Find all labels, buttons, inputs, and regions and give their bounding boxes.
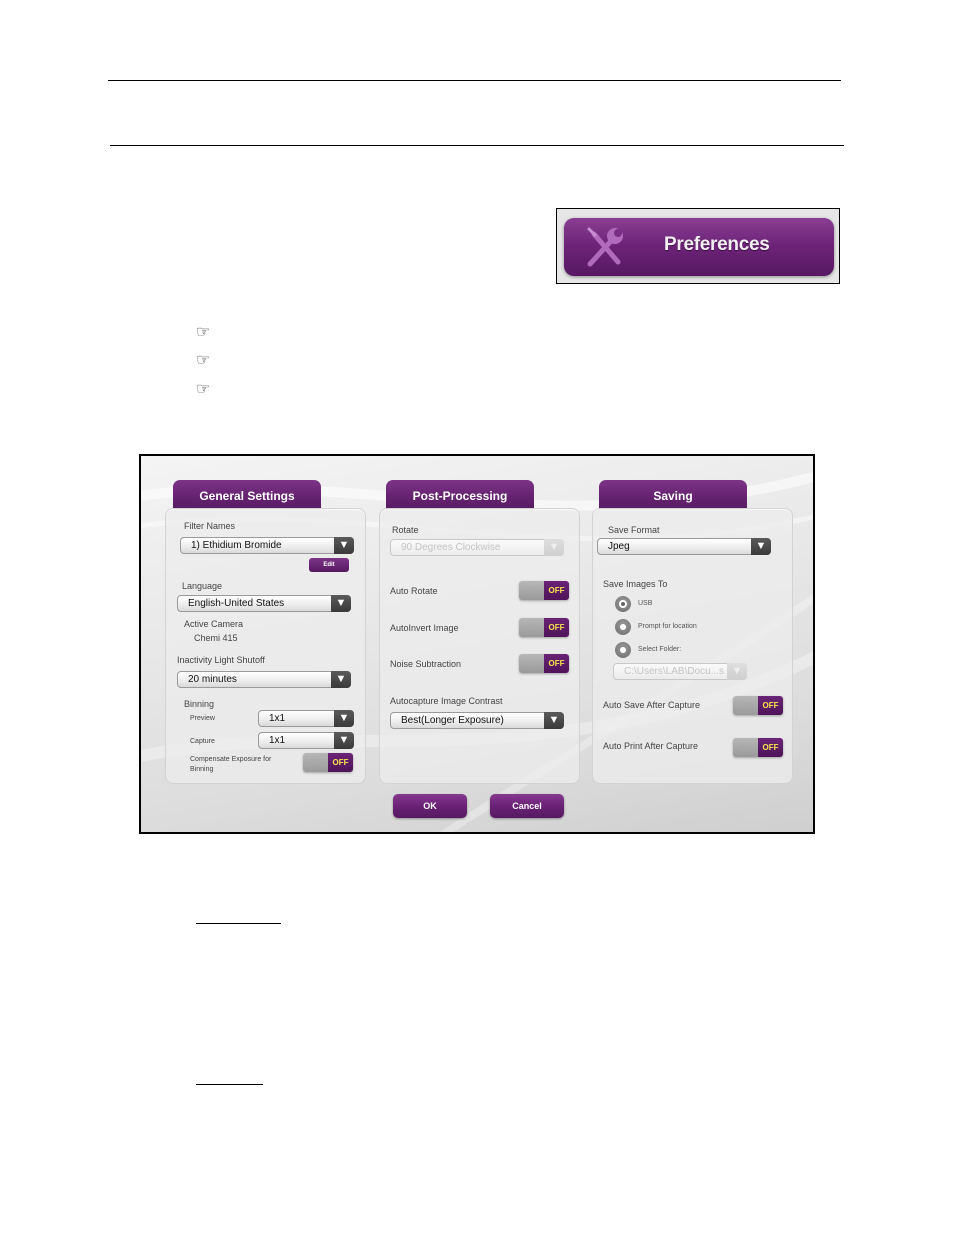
toggle-off: OFF <box>328 753 353 772</box>
toggle-off: OFF <box>544 654 569 673</box>
radio-usb-label: USB <box>638 600 653 607</box>
chevron-down-icon: ▼ <box>727 663 747 680</box>
section-rule <box>110 145 844 146</box>
save-images-to-label: Save Images To <box>603 579 668 589</box>
pointing-hand-icon: ☞ <box>196 352 211 369</box>
save-format-label: Save Format <box>608 525 660 535</box>
chevron-down-icon: ▼ <box>334 710 354 727</box>
toggle-on: ON <box>519 581 544 600</box>
chevron-down-icon: ▼ <box>331 671 351 688</box>
preview-binning-dropdown[interactable]: 1x1 ▼ <box>258 710 354 727</box>
language-dropdown[interactable]: English-United States ▼ <box>177 595 351 612</box>
filter-names-value: 1) Ethidium Bromide <box>191 540 282 551</box>
capture-binning-value: 1x1 <box>269 735 286 746</box>
chevron-down-icon: ▼ <box>544 539 564 556</box>
save-format-dropdown[interactable]: Jpeg ▼ <box>597 538 771 555</box>
toggle-off: OFF <box>758 738 783 757</box>
toggle-off: OFF <box>758 696 783 715</box>
rotate-value: 90 Degrees Clockwise <box>401 542 501 553</box>
active-camera-value: Chemi 415 <box>194 633 238 643</box>
contrast-value: Best(Longer Exposure) <box>401 715 504 726</box>
folder-value: C:\Users\LAB\Docu...s <box>624 666 725 677</box>
chevron-down-icon: ▼ <box>331 595 351 612</box>
chevron-down-icon: ▼ <box>334 732 354 749</box>
post-processing-panel: Rotate 90 Degrees Clockwise ▼ Auto Rotat… <box>379 508 580 784</box>
chevron-down-icon: ▼ <box>334 537 354 554</box>
contrast-dropdown[interactable]: Best(Longer Exposure) ▼ <box>390 712 564 729</box>
auto-rotate-label: Auto Rotate <box>390 586 438 596</box>
chevron-down-icon: ▼ <box>544 712 564 729</box>
toggle-on: ON <box>303 753 328 772</box>
inactivity-dropdown[interactable]: 20 minutes ▼ <box>177 671 351 688</box>
inactivity-label: Inactivity Light Shutoff <box>177 655 265 665</box>
auto-rotate-toggle[interactable]: ON OFF <box>519 581 569 600</box>
tab-saving[interactable]: Saving <box>599 480 747 510</box>
chevron-down-icon: ▼ <box>751 538 771 555</box>
contrast-label: Autocapture Image Contrast <box>390 696 503 706</box>
pointing-hand-icon: ☞ <box>196 324 211 341</box>
toggle-on: ON <box>519 618 544 637</box>
preferences-label: Preferences <box>664 234 770 255</box>
filter-names-label: Filter Names <box>184 521 236 531</box>
preferences-button[interactable]: Preferences <box>564 218 834 276</box>
folder-dropdown[interactable]: C:\Users\LAB\Docu...s ▼ <box>613 663 747 680</box>
save-format-value: Jpeg <box>608 541 630 552</box>
toggle-on: ON <box>733 696 758 715</box>
edit-filter-button[interactable]: Edit <box>309 558 349 572</box>
binning-label: Binning <box>184 699 215 709</box>
radio-prompt-location-label: Prompt for location <box>638 623 697 630</box>
capture-label: Capture <box>190 738 215 745</box>
auto-print-label: Auto Print After Capture <box>603 741 699 751</box>
inactivity-value: 20 minutes <box>188 674 237 685</box>
capture-binning-dropdown[interactable]: 1x1 ▼ <box>258 732 354 749</box>
language-value: English-United States <box>188 598 285 609</box>
pointing-hand-icon: ☞ <box>196 381 211 398</box>
language-label: Language <box>182 581 223 591</box>
heading-underline <box>196 1084 263 1085</box>
toggle-on: ON <box>519 654 544 673</box>
cancel-button[interactable]: Cancel <box>490 794 564 818</box>
header-rule <box>108 80 841 81</box>
general-settings-panel: Filter Names 1) Ethidium Bromide ▼ Edit … <box>165 508 366 784</box>
heading-underline <box>196 923 281 924</box>
ok-button[interactable]: OK <box>393 794 467 818</box>
compensate-exposure-label-2: Binning <box>190 766 214 773</box>
compensate-exposure-toggle[interactable]: ON OFF <box>303 753 353 772</box>
tab-post-processing[interactable]: Post-Processing <box>386 480 534 510</box>
active-camera-label: Active Camera <box>184 619 244 629</box>
filter-names-dropdown[interactable]: 1) Ethidium Bromide ▼ <box>180 537 354 554</box>
radio-select-folder[interactable] <box>615 642 631 658</box>
toggle-off: OFF <box>544 618 569 637</box>
preview-label: Preview <box>190 715 215 722</box>
preview-binning-value: 1x1 <box>269 713 286 724</box>
radio-prompt-location[interactable] <box>615 619 631 635</box>
auto-invert-label: AutoInvert Image <box>390 623 459 633</box>
tab-general-settings[interactable]: General Settings <box>173 480 321 510</box>
toggle-on: ON <box>733 738 758 757</box>
compensate-exposure-label: Compensate Exposure for <box>190 756 272 763</box>
auto-invert-toggle[interactable]: ON OFF <box>519 618 569 637</box>
radio-usb[interactable] <box>615 596 631 612</box>
auto-save-label: Auto Save After Capture <box>603 700 701 710</box>
saving-panel: Save Format Jpeg ▼ Save Images To USB Pr… <box>592 508 793 784</box>
auto-save-toggle[interactable]: ON OFF <box>733 696 783 715</box>
noise-subtraction-toggle[interactable]: ON OFF <box>519 654 569 673</box>
tools-icon <box>587 227 623 267</box>
rotate-label: Rotate <box>392 525 419 535</box>
preferences-dialog: General Settings Post-Processing Saving … <box>139 454 815 834</box>
toggle-off: OFF <box>544 581 569 600</box>
radio-select-folder-label: Select Folder: <box>638 646 682 653</box>
rotate-dropdown[interactable]: 90 Degrees Clockwise ▼ <box>390 539 564 556</box>
noise-subtraction-label: Noise Subtraction <box>390 659 462 669</box>
auto-print-toggle[interactable]: ON OFF <box>733 738 783 757</box>
preferences-button-figure: Preferences <box>556 208 840 284</box>
